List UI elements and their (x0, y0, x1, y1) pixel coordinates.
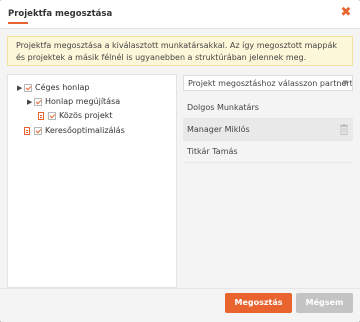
title-underline (8, 22, 28, 24)
tree-item-honlap-megujitasa[interactable]: ▶ Honlap megújítása (27, 95, 120, 108)
document-icon (38, 111, 44, 120)
partner-select[interactable]: Projekt megosztáshoz válasszon partnert … (183, 75, 353, 91)
trash-icon[interactable] (340, 124, 348, 135)
footer-divider (0, 288, 360, 289)
partner-item[interactable]: Dolgos Munkatárs (183, 97, 353, 119)
cancel-button[interactable]: Mégsem (296, 293, 353, 313)
project-tree: ▶ Céges honlap ▶ Honlap megújítása Közös… (7, 74, 177, 288)
tree-item-kozos-projekt[interactable]: Közös projekt (38, 109, 113, 122)
checkbox-checked-icon[interactable] (48, 111, 56, 120)
tree-item-keresooptimalizalas[interactable]: Keresőoptimalizálás (24, 124, 125, 137)
tree-item-label: Céges honlap (35, 83, 90, 92)
share-tree-dialog: Projektfa megosztása ✖ Projektfa megoszt… (0, 0, 360, 322)
dialog-title: Projektfa megosztása (8, 9, 113, 19)
chevron-down-icon[interactable]: ▼ (343, 78, 348, 89)
share-button[interactable]: Megosztás (225, 293, 292, 313)
tree-item-label: Honlap megújítása (45, 97, 121, 106)
partner-name: Titkár Tamás (187, 147, 238, 156)
info-message: Projektfa megosztása a kiválasztott munk… (7, 36, 353, 66)
checkbox-checked-icon[interactable] (34, 126, 42, 135)
partner-item[interactable]: Titkár Tamás (183, 141, 353, 163)
caret-right-icon[interactable]: ▶ (17, 84, 24, 92)
checkbox-checked-icon[interactable] (24, 83, 32, 92)
partner-list: Dolgos Munkatárs Manager Miklós Titkár T… (183, 97, 353, 163)
dialog-titlebar: Projektfa megosztása ✖ (0, 0, 360, 29)
partner-select-placeholder: Projekt megosztáshoz válasszon partnert (188, 79, 353, 88)
tree-item-label: Közös projekt (59, 111, 113, 120)
close-icon[interactable]: ✖ (339, 6, 353, 20)
checkbox-checked-icon[interactable] (34, 97, 42, 106)
document-icon (24, 126, 30, 135)
tree-item-ceges-honlap[interactable]: ▶ Céges honlap (17, 81, 89, 94)
partner-name: Manager Miklós (187, 125, 250, 134)
partner-name: Dolgos Munkatárs (187, 103, 259, 112)
tree-item-label: Keresőoptimalizálás (45, 126, 125, 135)
partner-item[interactable]: Manager Miklós (183, 119, 353, 141)
caret-right-icon[interactable]: ▶ (27, 98, 34, 106)
